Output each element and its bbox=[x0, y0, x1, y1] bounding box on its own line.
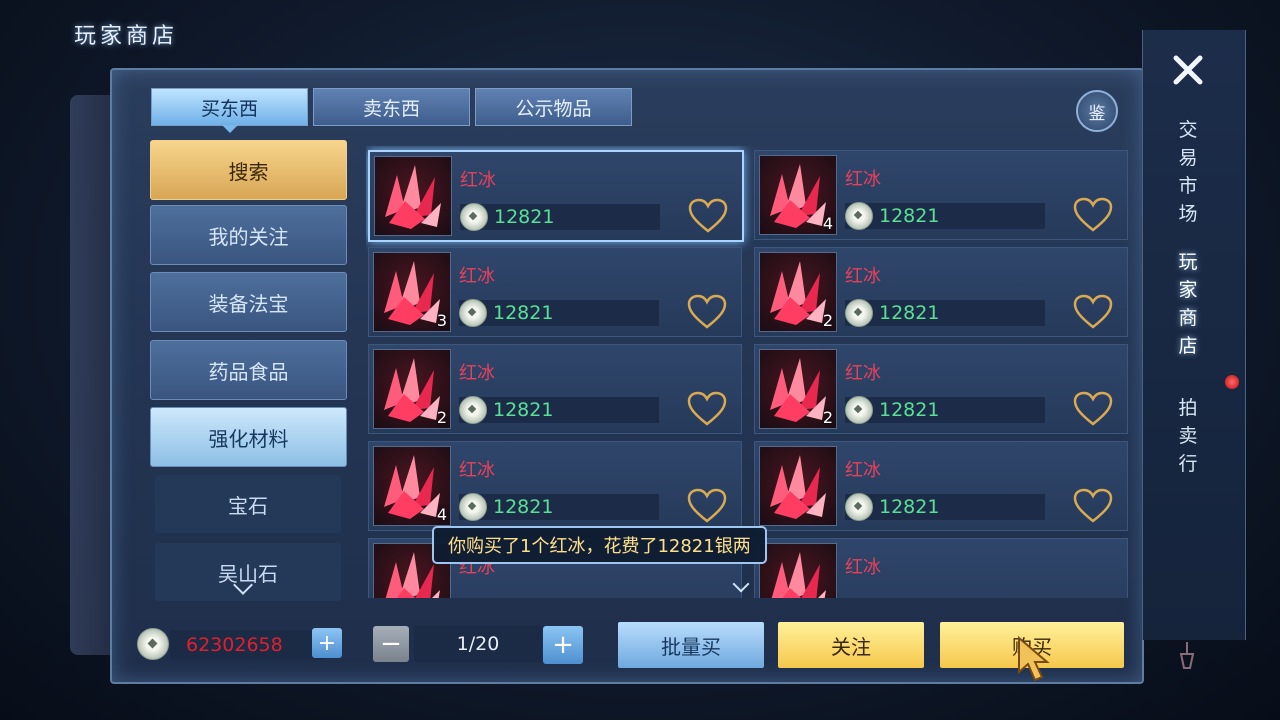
silver-coin-icon bbox=[459, 299, 487, 327]
item-price: 12821 bbox=[494, 206, 555, 228]
heart-icon[interactable] bbox=[687, 488, 727, 524]
price-bar: 12821 bbox=[845, 202, 1045, 230]
item-price: 12821 bbox=[493, 399, 554, 421]
red-ice-crystal-icon bbox=[770, 455, 826, 519]
item-listing[interactable]: 3 红冰 12821 bbox=[368, 247, 742, 337]
price-bar: 12821 bbox=[845, 299, 1045, 327]
item-name: 红冰 bbox=[459, 363, 495, 384]
item-icon bbox=[374, 156, 452, 236]
item-quantity: 2 bbox=[436, 408, 447, 427]
item-icon: 2 bbox=[759, 252, 837, 332]
item-price: 12821 bbox=[879, 399, 940, 421]
item-name: 红冰 bbox=[459, 266, 495, 287]
add-silver-button[interactable]: + bbox=[312, 628, 342, 658]
item-listing[interactable]: 4 红冰 12821 bbox=[368, 441, 742, 531]
silver-coin-icon bbox=[137, 628, 169, 660]
appraise-button[interactable]: 鉴 bbox=[1076, 90, 1118, 132]
page-indicator: 1/20 bbox=[414, 626, 542, 662]
red-ice-crystal-icon bbox=[771, 552, 826, 598]
item-listing[interactable]: 2 红冰 12821 bbox=[754, 344, 1128, 434]
item-quantity: 2 bbox=[822, 408, 833, 427]
item-icon: 4 bbox=[373, 446, 451, 526]
price-bar: 12821 bbox=[459, 396, 659, 424]
page-title: 玩家商店 bbox=[74, 24, 179, 49]
item-name: 红冰 bbox=[845, 169, 881, 190]
tab-public-items[interactable]: 公示物品 bbox=[475, 88, 632, 126]
item-listing[interactable]: 2 红冰 12821 bbox=[368, 344, 742, 434]
subcategory-gem[interactable]: 宝石 bbox=[155, 475, 341, 533]
price-bar: 12821 bbox=[459, 493, 659, 521]
follow-button[interactable]: 关注 bbox=[778, 622, 924, 668]
side-tab-trade-market[interactable]: 交 易 市 场 bbox=[1174, 116, 1202, 228]
item-price: 12821 bbox=[493, 302, 554, 324]
silver-balance: 62302658 bbox=[170, 630, 324, 660]
category-equipment[interactable]: 装备法宝 bbox=[150, 272, 347, 332]
silver-coin-icon bbox=[845, 202, 873, 230]
silver-coin-icon bbox=[845, 299, 873, 327]
heart-icon[interactable] bbox=[1073, 197, 1113, 233]
pointer-cursor-icon bbox=[1018, 636, 1050, 682]
item-listing[interactable]: 2 红冰 12821 bbox=[754, 247, 1128, 337]
category-my-follows[interactable]: 我的关注 bbox=[150, 205, 347, 265]
silver-coin-icon bbox=[459, 493, 487, 521]
side-tab-auction[interactable]: 拍 卖 行 bbox=[1174, 394, 1202, 478]
bulk-buy-button[interactable]: 批量买 bbox=[618, 622, 764, 668]
price-bar: 12821 bbox=[460, 203, 660, 231]
silver-coin-icon bbox=[459, 396, 487, 424]
heart-icon[interactable] bbox=[1073, 294, 1113, 330]
item-icon: 4 bbox=[759, 155, 837, 235]
silver-coin-icon bbox=[845, 493, 873, 521]
item-price: 12821 bbox=[493, 496, 554, 518]
tab-buy[interactable]: 买东西 bbox=[151, 88, 308, 133]
item-listing[interactable]: 红冰 12821 bbox=[754, 441, 1128, 531]
category-search[interactable]: 搜索 bbox=[150, 140, 347, 200]
heart-icon[interactable] bbox=[1073, 488, 1113, 524]
price-bar: 12821 bbox=[459, 299, 659, 327]
item-name: 红冰 bbox=[459, 460, 495, 481]
item-name: 红冰 bbox=[845, 266, 881, 287]
item-listing[interactable]: 红冰 12821 bbox=[368, 150, 744, 242]
tab-sell[interactable]: 卖东西 bbox=[313, 88, 470, 126]
item-quantity: 2 bbox=[822, 311, 833, 330]
item-icon bbox=[759, 543, 837, 598]
item-quantity: 3 bbox=[436, 311, 447, 330]
item-icon bbox=[759, 446, 837, 526]
side-tab-player-shop[interactable]: 玩 家 商 店 bbox=[1174, 248, 1202, 360]
item-price: 12821 bbox=[879, 302, 940, 324]
item-price: 12821 bbox=[879, 496, 940, 518]
close-icon[interactable] bbox=[1168, 50, 1208, 90]
item-name: 红冰 bbox=[460, 170, 496, 191]
category-medicine-food[interactable]: 药品食品 bbox=[150, 340, 347, 400]
item-price: 12821 bbox=[879, 205, 940, 227]
item-icon: 3 bbox=[373, 252, 451, 332]
tassel-icon bbox=[1179, 642, 1195, 669]
subcategory-wushan-stone[interactable]: 吴山石 bbox=[155, 543, 341, 601]
item-quantity: 4 bbox=[822, 214, 833, 233]
price-bar: 12821 bbox=[845, 396, 1045, 424]
category-enhance-material[interactable]: 强化材料 bbox=[150, 407, 347, 467]
silver-coin-icon bbox=[460, 203, 488, 231]
item-icon: 2 bbox=[373, 349, 451, 429]
next-page-button[interactable]: + bbox=[543, 626, 583, 664]
item-icon: 2 bbox=[759, 349, 837, 429]
prev-page-button[interactable]: − bbox=[373, 626, 409, 662]
heart-icon[interactable] bbox=[688, 198, 728, 234]
heart-icon[interactable] bbox=[1073, 391, 1113, 427]
silver-coin-icon bbox=[845, 396, 873, 424]
heart-icon[interactable] bbox=[687, 294, 727, 330]
heart-icon[interactable] bbox=[687, 391, 727, 427]
notification-dot bbox=[1225, 375, 1239, 389]
red-ice-crystal-icon bbox=[385, 165, 441, 229]
item-name: 红冰 bbox=[845, 557, 881, 578]
item-name: 红冰 bbox=[845, 363, 881, 384]
item-quantity: 4 bbox=[436, 505, 447, 524]
item-listing[interactable]: 红冰 bbox=[754, 538, 1128, 598]
price-bar: 12821 bbox=[845, 493, 1045, 521]
item-name: 红冰 bbox=[845, 460, 881, 481]
item-listing[interactable]: 4 红冰 12821 bbox=[754, 150, 1128, 240]
purchase-toast: 你购买了1个红冰，花费了12821银两 bbox=[432, 526, 767, 564]
